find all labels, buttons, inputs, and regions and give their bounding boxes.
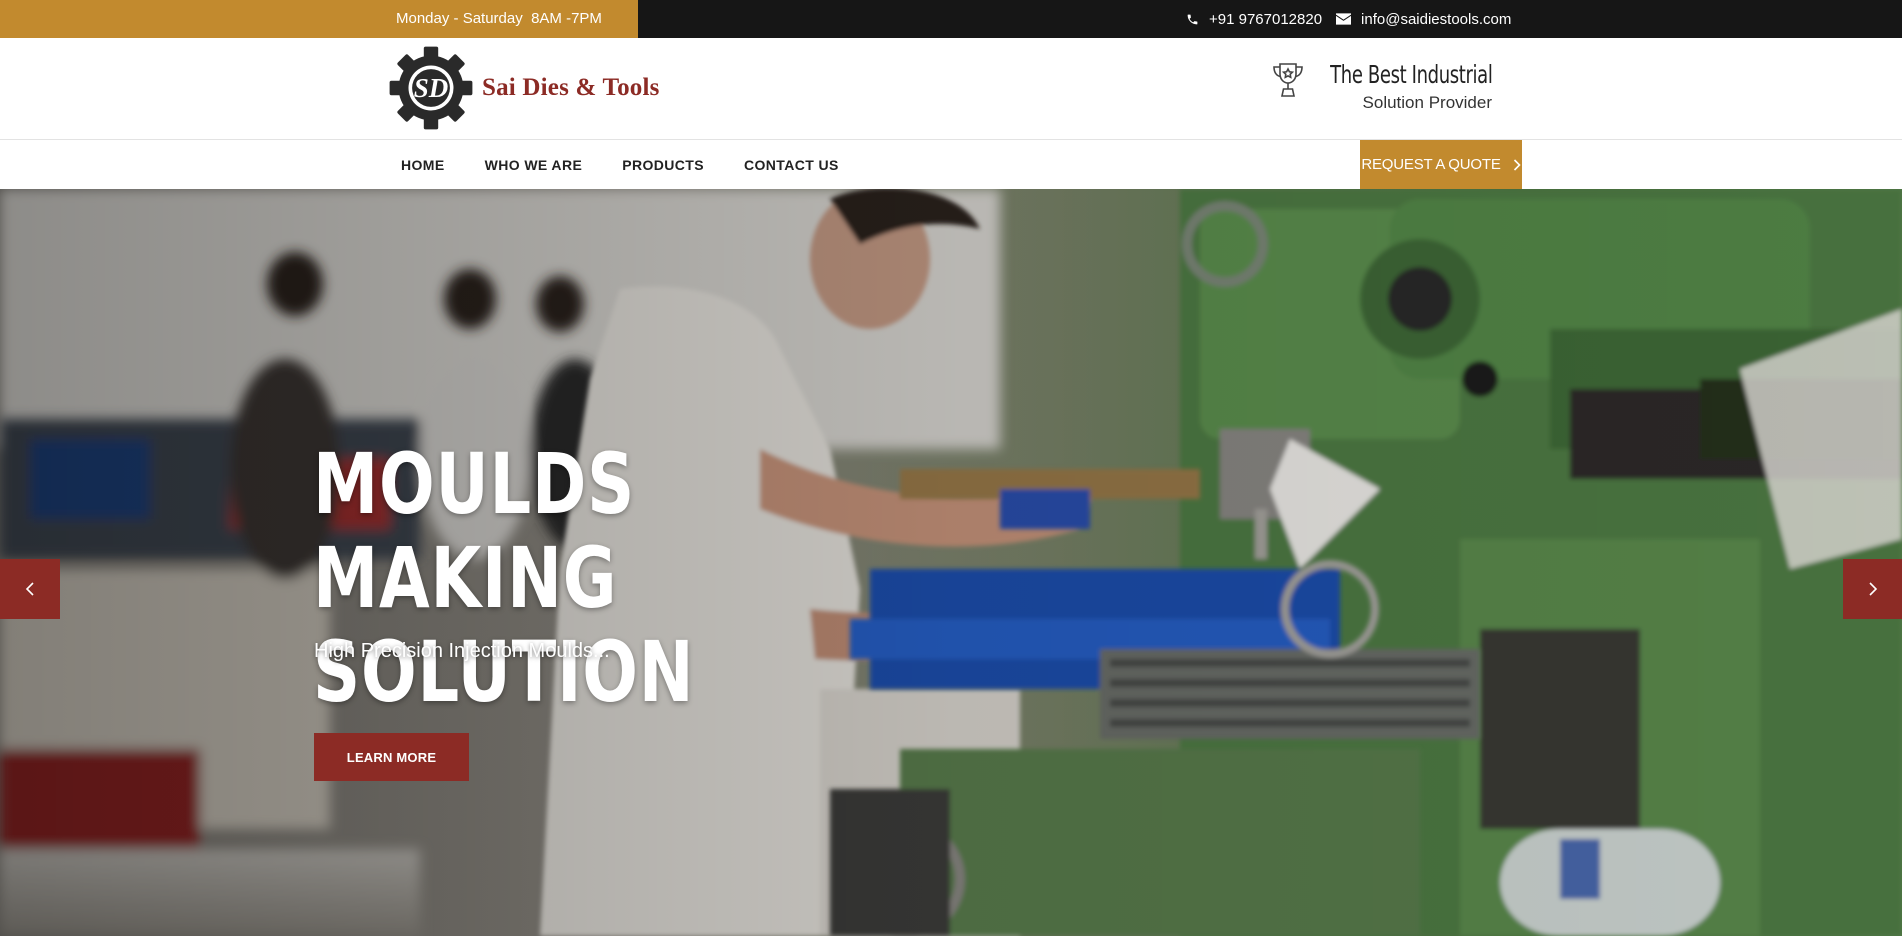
request-quote-label: REQUEST A QUOTE [1361, 156, 1501, 173]
learn-more-button[interactable]: LEARN MORE [314, 733, 469, 781]
nav-item-contact-us[interactable]: CONTACT US [744, 157, 839, 173]
top-bar: Monday - Saturday 8AM -7PM +91 976701282… [0, 0, 1902, 38]
hero-title-line-1: MOULDS MAKING [313, 435, 636, 627]
header-tagline: The Best Industrial Solution Provider [1267, 60, 1493, 114]
logo-monogram: SD [414, 73, 449, 103]
phone-number[interactable]: +91 9767012820 [1209, 11, 1322, 28]
slider-next-button[interactable] [1843, 559, 1902, 619]
chevron-left-icon [25, 582, 34, 596]
hero-slider: MOULDS MAKING SOLUTION High Precision In… [0, 189, 1902, 936]
site-header: SD Sai Dies & Tools The Best Industrial … [0, 38, 1902, 140]
request-quote-button[interactable]: REQUEST A QUOTE [1360, 140, 1522, 189]
top-contact: +91 9767012820 info@saidiestools.com [1186, 0, 1515, 38]
nav-item-home[interactable]: HOME [401, 157, 445, 173]
email-contact[interactable]: info@saidiestools.com [1336, 11, 1511, 28]
slider-prev-button[interactable] [0, 559, 60, 619]
main-nav: HOME WHO WE ARE PRODUCTS CONTACT US REQU… [0, 140, 1902, 189]
hero-subtitle: High Precision Injection Moulds... [314, 640, 610, 662]
hero-background-image [0, 189, 1902, 936]
chevron-right-icon [1513, 158, 1521, 171]
nav-item-who-we-are[interactable]: WHO WE ARE [485, 157, 583, 173]
gear-logo-icon: SD [389, 46, 473, 130]
phone-contact[interactable]: +91 9767012820 [1186, 11, 1322, 28]
nav-menu: HOME WHO WE ARE PRODUCTS CONTACT US [401, 140, 879, 189]
envelope-icon [1336, 13, 1352, 25]
email-address[interactable]: info@saidiestools.com [1361, 11, 1511, 28]
business-hours: Monday - Saturday 8AM -7PM [0, 0, 638, 38]
hero-title: MOULDS MAKING SOLUTION [313, 437, 937, 719]
nav-item-products[interactable]: PRODUCTS [622, 157, 704, 173]
tagline-subtitle: Solution Provider [1362, 93, 1492, 112]
chevron-right-icon [1869, 582, 1878, 596]
phone-icon [1186, 13, 1199, 26]
site-logo[interactable]: SD Sai Dies & Tools [386, 42, 660, 134]
logo-text: Sai Dies & Tools [482, 74, 660, 101]
tagline-title: The Best Industrial [1329, 60, 1493, 89]
